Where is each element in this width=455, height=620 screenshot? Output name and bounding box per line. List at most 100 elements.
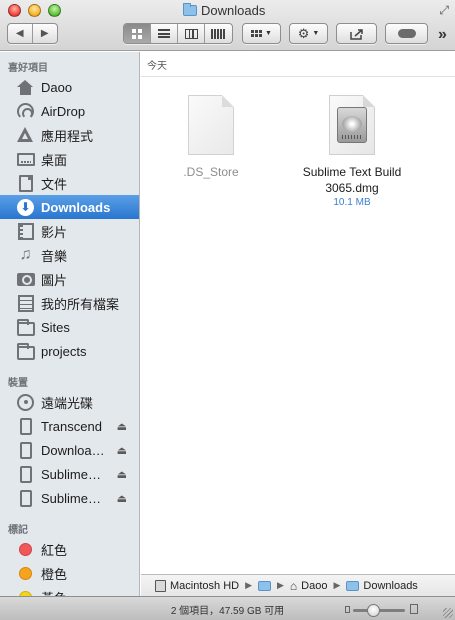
resize-grip-icon[interactable] — [443, 608, 453, 618]
sidebar-item-label: projects — [41, 343, 87, 359]
file-item-ds-store[interactable]: .DS_Store — [136, 95, 286, 180]
sidebar-item-label: 文件 — [41, 176, 68, 192]
share-button[interactable] — [336, 23, 377, 44]
path-segment-users[interactable] — [258, 580, 271, 591]
sidebar-item-all-files[interactable]: 我的所有檔案 — [0, 291, 139, 315]
sidebar-item-label: Downloads — [41, 199, 111, 215]
chevron-right-icon: ▶ — [40, 28, 49, 39]
sidebar-item-label: 音樂 — [41, 248, 68, 264]
back-button[interactable]: ◀ — [8, 24, 33, 43]
documents-icon — [16, 174, 35, 193]
home-icon: ⌂ — [289, 578, 298, 593]
toolbar-overflow-button[interactable]: » — [438, 26, 447, 44]
file-size: 10.1 MB — [333, 197, 371, 208]
column-view-icon — [184, 28, 198, 39]
file-item-sublime-dmg[interactable]: Sublime Text Build 3065.dmg 10.1 MB — [277, 95, 427, 209]
eject-icon[interactable]: ⏏ — [117, 492, 127, 505]
icon-view-icon — [132, 28, 142, 39]
arrange-segment[interactable]: ▼ — [243, 24, 280, 43]
view-mode-control — [123, 23, 233, 44]
eject-icon[interactable]: ⏏ — [117, 420, 127, 433]
icon-view-button[interactable] — [124, 24, 151, 43]
sidebar-item-label: Transcend — [41, 418, 102, 434]
minimize-window-button[interactable] — [28, 4, 41, 17]
tag-toggle-button[interactable] — [385, 23, 428, 44]
eject-icon[interactable]: ⏏ — [117, 468, 127, 481]
list-view-icon — [158, 29, 170, 38]
zoom-window-button[interactable] — [48, 4, 61, 17]
path-bar: Macintosh HD ▶ ▶ ⌂ Daoo ▶ Downloads — [141, 574, 455, 596]
blank-document-icon — [188, 95, 234, 155]
sidebar-item-remote-disc[interactable]: 遠端光碟 — [0, 390, 139, 414]
action-segment[interactable]: ⚙ ▼ — [290, 24, 327, 43]
gear-icon: ⚙ — [297, 25, 310, 41]
file-name: Sublime Text Build 3065.dmg — [302, 165, 402, 195]
action-menu-button[interactable]: ⚙ ▼ — [289, 23, 328, 44]
cover-flow-view-button[interactable] — [205, 24, 232, 43]
sidebar-item-tag-red[interactable]: 紅色 — [0, 537, 139, 561]
sidebar-heading-favorites: 喜好項目 — [8, 63, 48, 74]
sidebar-item-applications[interactable]: 應用程式 — [0, 123, 139, 147]
downloads-folder-icon — [183, 2, 197, 16]
sidebar-item-sublime-volume-2[interactable]: Sublime… ⏏ — [0, 486, 139, 510]
sidebar-heading-tags: 標記 — [8, 525, 28, 536]
path-separator-icon: ▶ — [245, 580, 252, 590]
sidebar-item-movies[interactable]: 影片 — [0, 219, 139, 243]
path-segment-macintosh-hd[interactable]: Macintosh HD — [155, 579, 240, 592]
chevron-left-icon: ◀ — [15, 28, 24, 39]
sidebar-item-label: 紅色 — [41, 542, 68, 558]
sidebar-item-projects[interactable]: projects — [0, 339, 139, 363]
share-segment[interactable] — [337, 24, 376, 43]
sidebar-item-airdrop[interactable]: AirDrop — [0, 99, 139, 123]
sidebar-item-pictures[interactable]: 圖片 — [0, 267, 139, 291]
path-segment-home[interactable]: ⌂ Daoo — [290, 579, 328, 593]
drive-icon — [16, 441, 35, 460]
desktop-icon — [16, 150, 35, 169]
sidebar-item-tag-yellow[interactable]: 黃色 — [0, 585, 139, 596]
fullscreen-icon[interactable]: ⤢ — [439, 3, 449, 18]
disk-image-icon — [329, 95, 375, 155]
grid-arrange-icon — [251, 30, 263, 37]
sidebar-item-sublime-volume-1[interactable]: Sublime… ⏏ — [0, 462, 139, 486]
music-icon: ♫ — [19, 246, 32, 263]
sidebar-item-downloads-volume[interactable]: Downloa… ⏏ — [0, 438, 139, 462]
sidebar-item-tag-orange[interactable]: 橙色 — [0, 561, 139, 585]
finder-window: Downloads ⤢ ◀ ▶ ▼ ⚙ ▼ » 喜好項目 Daoo AirDro… — [0, 0, 455, 620]
sidebar-item-home[interactable]: Daoo — [0, 75, 139, 99]
hard-drive-icon — [155, 579, 166, 592]
sidebar: 喜好項目 Daoo AirDrop 應用程式 桌面 文件 ⬇ Downloads… — [0, 52, 140, 596]
drive-icon — [16, 417, 35, 436]
file-browser: 今天 .DS_Store Sublime Text Build 3065.dmg… — [141, 52, 455, 574]
sidebar-item-label: Sublime… — [41, 466, 101, 482]
cover-flow-icon — [211, 28, 226, 39]
path-segment-downloads[interactable]: Downloads — [346, 579, 418, 592]
sidebar-item-documents[interactable]: 文件 — [0, 171, 139, 195]
sidebar-item-downloads[interactable]: ⬇ Downloads — [0, 195, 139, 219]
column-view-button[interactable] — [178, 24, 205, 43]
sidebar-item-music[interactable]: ♫ 音樂 — [0, 243, 139, 267]
path-segment-label: Daoo — [301, 579, 328, 592]
file-name: .DS_Store — [183, 165, 239, 179]
list-view-button[interactable] — [151, 24, 178, 43]
sidebar-item-transcend[interactable]: Transcend ⏏ — [0, 414, 139, 438]
window-title: Downloads — [183, 2, 265, 18]
forward-button[interactable]: ▶ — [33, 24, 57, 43]
tag-toggle-segment[interactable] — [386, 24, 427, 43]
tag-toggle-icon — [397, 29, 416, 38]
icon-size-slider[interactable] — [353, 604, 405, 617]
folder-icon — [16, 318, 35, 337]
drive-icon — [16, 489, 35, 508]
icon-size-slider-knob[interactable] — [367, 604, 380, 617]
sidebar-item-sites[interactable]: Sites — [0, 315, 139, 339]
users-folder-icon — [258, 580, 271, 591]
path-segment-label: Downloads — [363, 579, 418, 592]
eject-icon[interactable]: ⏏ — [117, 444, 127, 457]
downloads-icon: ⬇ — [16, 198, 35, 217]
arrange-menu-button[interactable]: ▼ — [242, 23, 281, 44]
applications-icon — [16, 126, 35, 145]
sidebar-item-desktop[interactable]: 桌面 — [0, 147, 139, 171]
path-segment-label: Macintosh HD — [170, 579, 240, 592]
folder-icon — [16, 342, 35, 361]
close-window-button[interactable] — [8, 4, 21, 17]
sidebar-item-label: 影片 — [41, 224, 68, 240]
